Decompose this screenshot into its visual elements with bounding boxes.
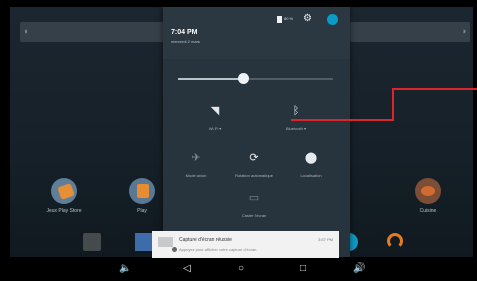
app-dock-icon[interactable] — [135, 233, 153, 251]
gear-icon[interactable]: ⚙ — [303, 14, 313, 24]
cast-icon: ▭ — [248, 192, 260, 204]
navigation-bar: 🔈 ◁ ○ □ 🔊 — [0, 258, 477, 281]
app-cuisine[interactable]: Cuisine — [398, 178, 458, 214]
volume-up-icon[interactable]: 🔊 — [353, 263, 365, 275]
screenshot-notification[interactable]: Capture d'écran réussie 3:57 PM Appuyez … — [152, 231, 339, 258]
tile-label: Localisation — [300, 173, 322, 178]
annotation-line-vertical — [392, 88, 394, 121]
tile-label: Bluetooth ▾ — [285, 126, 307, 131]
quick-settings-panel: 7:04 PM mercredi 2 mars 80 % ⚙ ◥ Wi-Fi ▾… — [163, 7, 350, 257]
tile-label: Mode avion — [185, 173, 207, 178]
tile-wifi[interactable]: ◥ Wi-Fi ▾ — [190, 105, 240, 131]
recents-icon[interactable]: □ — [300, 263, 306, 275]
notification-small-icon — [172, 247, 177, 252]
bluetooth-icon: ᛒ — [292, 105, 300, 117]
notification-title: Capture d'écran réussie — [179, 237, 232, 243]
tile-cast-screen[interactable]: ▭ Caster l'écran — [229, 192, 279, 218]
brightness-thumb[interactable] — [238, 73, 250, 84]
app-label: Cuisine — [419, 208, 437, 214]
app-icon — [129, 178, 155, 204]
notification-text: Appuyez pour afficher votre capture d'éc… — [179, 247, 258, 252]
back-icon[interactable]: ◁ — [183, 263, 191, 275]
home-icon[interactable]: ○ — [238, 263, 244, 275]
battery-icon — [277, 16, 282, 23]
app-icon — [415, 178, 441, 204]
rotation-icon: ⟳ — [249, 152, 259, 164]
volume-down-icon[interactable]: 🔈 — [119, 263, 131, 275]
brightness-fill — [178, 78, 244, 80]
briefcase-icon[interactable] — [83, 233, 101, 251]
notification-time: 3:57 PM — [318, 237, 333, 242]
app-icon — [51, 178, 77, 204]
battery-percent: 80 % — [284, 16, 294, 21]
user-avatar-icon[interactable] — [327, 14, 338, 25]
tile-label: Caster l'écran — [241, 213, 267, 218]
tile-label: Rotation automatique — [234, 173, 274, 178]
tile-airplane-mode[interactable]: ✈ Mode avion — [171, 152, 221, 178]
tile-bluetooth[interactable]: ᛒ Bluetooth ▾ — [271, 105, 321, 131]
annotation-line-horizontal — [291, 119, 393, 121]
annotation-line-top — [392, 88, 477, 90]
headphones-icon[interactable] — [387, 233, 403, 249]
brightness-slider[interactable] — [178, 73, 333, 84]
home-screen: ◖ ◗ Jeux Play Store Play Cuisine 7:04 PM… — [10, 7, 473, 257]
wifi-icon: ◥ — [210, 105, 220, 117]
search-left-icon: ◖ — [23, 26, 29, 36]
app-label: Jeux Play Store — [46, 208, 82, 214]
clock-time: 7:04 PM — [171, 29, 198, 36]
airplane-icon: ✈ — [191, 152, 201, 164]
clock-date: mercredi 2 mars — [171, 39, 200, 44]
tile-location[interactable]: ⬤ Localisation — [286, 152, 336, 178]
tile-label: Wi-Fi ▾ — [208, 126, 222, 131]
app-jeux-play-store[interactable]: Jeux Play Store — [34, 178, 94, 214]
quick-settings-header: 7:04 PM mercredi 2 mars 80 % ⚙ — [163, 7, 350, 59]
search-right-icon: ◗ — [461, 26, 467, 36]
location-icon: ⬤ — [304, 152, 318, 164]
screenshot-thumbnail — [158, 237, 173, 247]
tile-auto-rotate[interactable]: ⟳ Rotation automatique — [229, 152, 279, 178]
